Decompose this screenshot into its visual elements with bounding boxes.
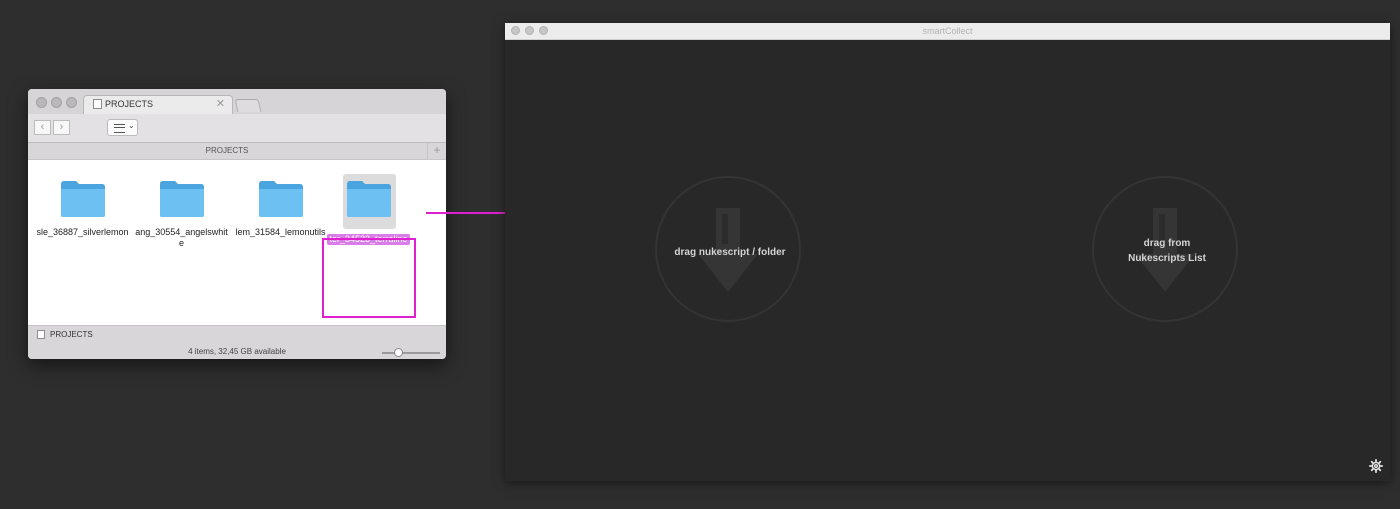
- folder-icon: [60, 180, 106, 218]
- finder-titlebar: PROJECTS ✕: [28, 89, 446, 114]
- icon-size-slider[interactable]: [382, 348, 440, 357]
- folder-item[interactable]: ang_30554_angelswhite: [134, 180, 229, 249]
- selection-highlight-box: [322, 238, 416, 318]
- drive-icon: [37, 330, 45, 339]
- drive-icon: [93, 99, 102, 109]
- drop-zone-label-line1: drag from: [1143, 238, 1191, 249]
- window-title: smartCollect: [922, 26, 973, 36]
- finder-path-header: PROJECTS +: [28, 143, 446, 160]
- folder-item-selected[interactable]: ter_34523_terraline: [321, 174, 416, 247]
- folder-item[interactable]: sle_36887_silverlemon: [35, 180, 130, 238]
- new-tab-button[interactable]: [234, 99, 262, 112]
- smartcollect-titlebar: smartCollect: [505, 23, 1390, 40]
- folder-icon: [346, 180, 392, 218]
- back-button[interactable]: ‹: [34, 120, 51, 135]
- tab-close-icon[interactable]: ✕: [216, 97, 225, 110]
- folder-item[interactable]: lem_31584_lemonutils: [233, 180, 328, 238]
- drop-zone-label-line2: Nukescripts List: [1128, 253, 1206, 264]
- path-label: PROJECTS: [205, 146, 249, 155]
- folder-icon: [159, 180, 205, 218]
- finder-window: PROJECTS ✕ ‹ › ⌄ PROJECTS + sle_36887_si…: [28, 89, 446, 359]
- folder-name: lem_31584_lemonutils: [235, 227, 326, 237]
- drop-zone-label: drag from Nukescripts List: [1074, 236, 1260, 266]
- finder-icon-view: sle_36887_silverlemon ang_30554_angelswh…: [28, 160, 446, 325]
- folder-name: ang_30554_angelswhite: [135, 227, 228, 248]
- add-tab-button[interactable]: +: [427, 143, 446, 159]
- finder-toolbar: ‹ › ⌄: [28, 114, 446, 143]
- chevron-down-icon: ⌄: [128, 121, 135, 130]
- folder-icon: [258, 180, 304, 218]
- folder-name: sle_36887_silverlemon: [36, 227, 129, 237]
- tab-projects[interactable]: PROJECTS ✕: [83, 95, 233, 114]
- finder-status-bar: PROJECTS 4 items, 32,45 GB available: [28, 325, 446, 359]
- status-location-label: PROJECTS: [50, 330, 93, 339]
- tab-label: PROJECTS: [105, 99, 154, 109]
- list-view-icon: [114, 124, 125, 133]
- view-options-button[interactable]: ⌄: [107, 119, 138, 136]
- smartcollect-window: smartCollect drag nukescript / folder dr…: [505, 23, 1390, 481]
- drop-zone-nukescript-folder[interactable]: drag nukescript / folder: [655, 176, 801, 322]
- drop-zone-nukescripts-list[interactable]: drag from Nukescripts List: [1092, 176, 1238, 322]
- minimize-window-button[interactable]: [51, 97, 62, 108]
- zoom-window-button[interactable]: [66, 97, 77, 108]
- settings-gear-icon[interactable]: [1369, 459, 1383, 473]
- drop-zone-label: drag nukescript / folder: [674, 247, 786, 258]
- close-window-button[interactable]: [36, 97, 47, 108]
- forward-button[interactable]: ›: [53, 120, 70, 135]
